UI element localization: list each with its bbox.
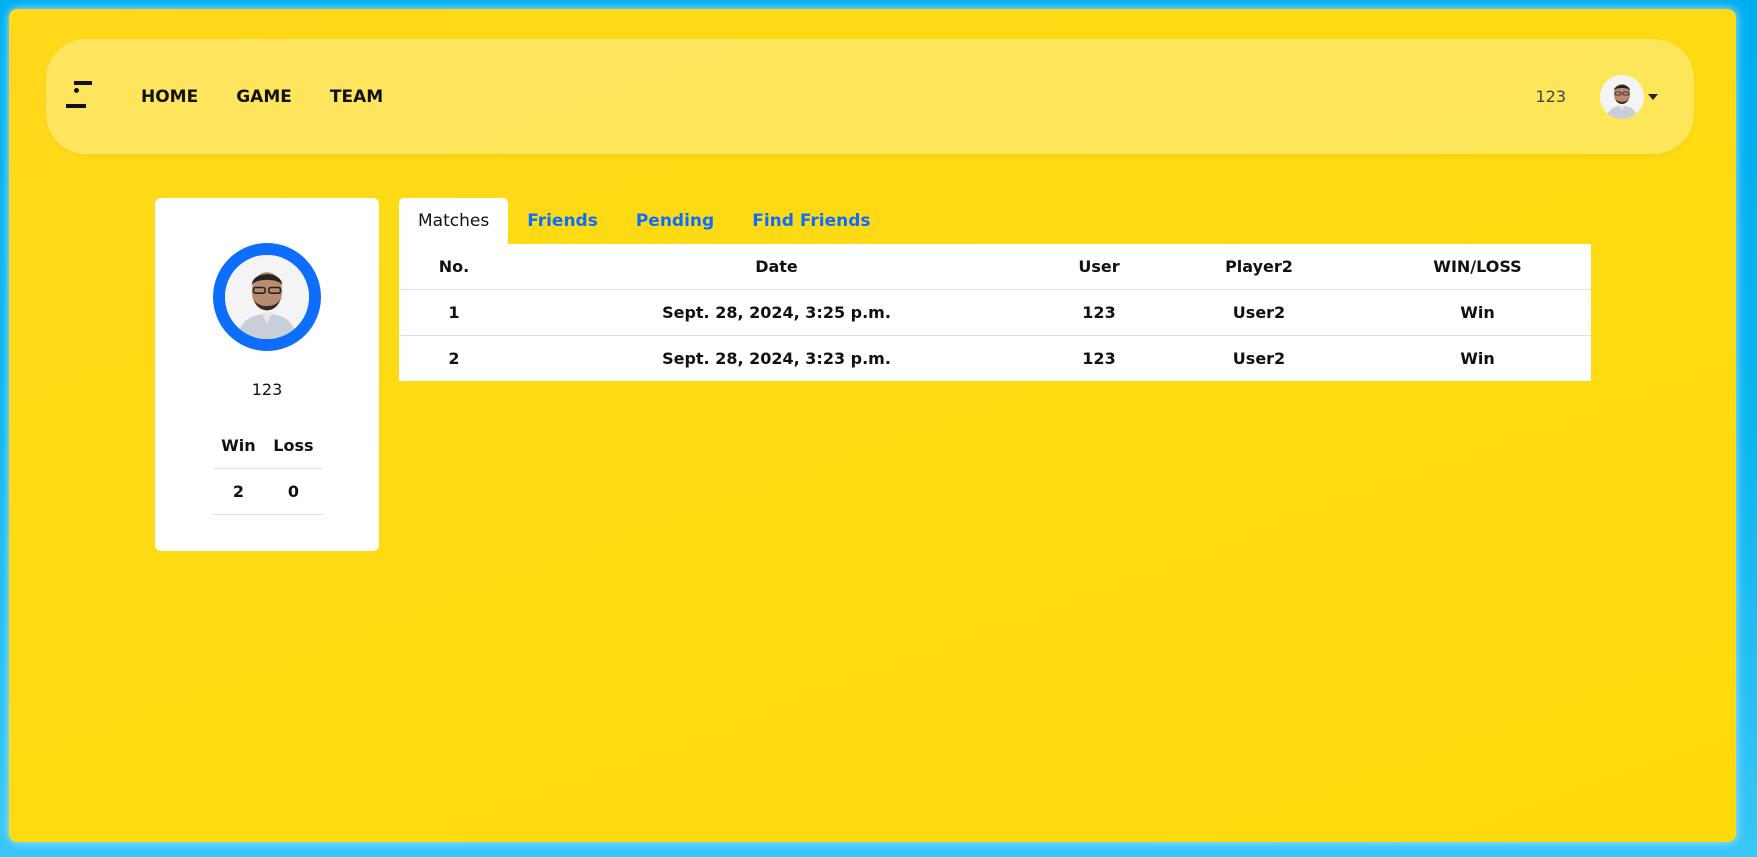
column-header: Player2 [1154,244,1364,290]
match-user: 123 [1044,289,1154,336]
column-header: Date [509,244,1044,290]
tab-matches[interactable]: Matches [399,198,509,244]
profile-avatar [225,255,309,339]
profile-tabs: Matches Friends Pending Find Friends [399,198,890,244]
match-result: Win [1364,289,1591,336]
match-date: Sept. 28, 2024, 3:25 p.m. [509,289,1044,336]
win-header: Win [213,423,264,469]
win-loss-table: Win Loss 2 0 [213,423,323,515]
column-header: User [1044,244,1154,290]
logo-icon[interactable] [66,81,94,113]
user-avatar[interactable] [1600,74,1644,119]
profile-avatar-ring [213,243,321,351]
avatar-photo-icon [225,255,309,339]
column-header: No. [399,244,509,290]
match-user: 123 [1082,349,1116,368]
tab-find-friends[interactable]: Find Friends [733,198,889,244]
matches-table: No. Date User Player2 WIN/LOSS 1 Sept. 2… [399,244,1591,381]
nav-home-link[interactable]: HOME [141,87,198,107]
table-row: 2 Sept. 28, 2024, 3:23 p.m. 123 User2 Wi… [399,336,1591,382]
match-number: 1 [399,289,509,336]
navbar: HOME GAME TEAM 123 [46,39,1694,154]
chevron-down-icon[interactable] [1648,93,1658,100]
profile-card: 123 Win Loss 2 0 [155,198,379,551]
column-header: WIN/LOSS [1364,244,1591,290]
nav-game-link[interactable]: GAME [236,87,292,107]
loss-header: Loss [263,423,323,469]
tab-friends[interactable]: Friends [508,198,617,244]
match-player2: User2 [1154,289,1364,336]
tab-pending[interactable]: Pending [617,198,733,244]
nav-team-link[interactable]: TEAM [330,87,383,107]
match-number: 2 [448,349,460,368]
avatar-photo-icon [1600,74,1644,119]
win-count: 2 [213,468,264,515]
match-date: Sept. 28, 2024, 3:23 p.m. [662,349,891,368]
nav-links: HOME GAME TEAM [141,39,383,154]
profile-username: 123 [251,380,283,399]
table-row: 1 Sept. 28, 2024, 3:25 p.m. 123 User2 Wi… [399,289,1591,336]
user-menu[interactable]: 123 [1535,39,1658,154]
match-result: Win [1460,349,1495,368]
nav-username: 123 [1535,87,1566,106]
match-player2: User2 [1232,349,1286,368]
table-header-row: No. Date User Player2 WIN/LOSS [399,244,1591,290]
loss-count: 0 [263,468,323,515]
